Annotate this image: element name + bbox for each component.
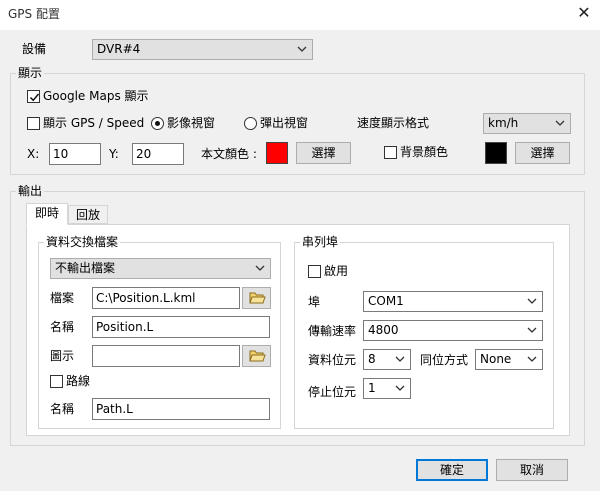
close-icon[interactable]: ✕: [573, 2, 595, 24]
bg-color-select-button[interactable]: 選擇: [515, 142, 570, 164]
route-label: 路線: [66, 374, 91, 388]
chevron-down-icon: [526, 293, 538, 310]
data-bits-label: 資料位元: [308, 353, 357, 367]
port-value: COM1: [368, 294, 404, 308]
popup-window-radio[interactable]: [244, 117, 257, 130]
tab-playback[interactable]: 回放: [68, 205, 108, 224]
google-maps-label: Google Maps 顯示: [43, 89, 149, 103]
data-bits-select[interactable]: 8: [363, 349, 411, 370]
speed-format-select[interactable]: km/h: [483, 113, 571, 134]
ok-button[interactable]: 確定: [416, 459, 488, 481]
route-name-input[interactable]: Path.L: [92, 398, 270, 420]
output-group-title: 輸出: [16, 184, 45, 198]
tab-realtime[interactable]: 即時: [26, 203, 68, 225]
show-gps-speed-label: 顯示 GPS / Speed: [43, 116, 145, 130]
parity-select[interactable]: None: [475, 349, 543, 370]
bg-color-swatch: [485, 142, 507, 164]
x-label: X:: [27, 147, 40, 161]
video-window-radio[interactable]: [151, 117, 164, 130]
icon-label: 圖示: [50, 349, 75, 363]
serial-enable-label: 啟用: [324, 264, 349, 278]
port-label: 埠: [308, 295, 321, 309]
show-gps-speed-checkbox[interactable]: [27, 117, 40, 130]
file-label: 檔案: [50, 291, 75, 305]
speed-format-label: 速度顯示格式: [357, 116, 430, 130]
folder-icon: [249, 292, 266, 304]
text-color-label: 本文顏色 :: [201, 147, 257, 161]
checkmark-icon: [29, 93, 40, 102]
stop-bits-value: 1: [368, 381, 376, 395]
icon-path-input[interactable]: [92, 345, 240, 367]
text-color-swatch: [266, 142, 288, 164]
chevron-down-icon: [526, 322, 538, 339]
chevron-down-icon: [254, 260, 266, 277]
name-label: 名稱: [50, 320, 75, 334]
y-input[interactable]: 20: [132, 143, 184, 165]
file-browse-button[interactable]: [242, 287, 271, 309]
display-group-title: 顯示: [16, 66, 45, 80]
popup-window-label: 彈出視窗: [260, 116, 309, 130]
chevron-down-icon: [526, 351, 538, 368]
text-color-select-button[interactable]: 選擇: [296, 142, 351, 164]
video-window-label: 影像視窗: [167, 116, 216, 130]
title-bar: [0, 0, 600, 30]
chevron-down-icon: [394, 380, 406, 397]
chevron-down-icon: [296, 41, 308, 58]
device-label: 設備: [22, 42, 47, 56]
route-name-label: 名稱: [50, 402, 75, 416]
bg-color-label: 背景顏色: [400, 145, 449, 159]
y-label: Y:: [109, 147, 119, 161]
device-select[interactable]: DVR#4: [92, 39, 313, 60]
data-bits-value: 8: [368, 352, 376, 366]
chevron-down-icon: [554, 115, 566, 132]
baud-value: 4800: [368, 323, 399, 337]
exchange-file-title: 資料交換檔案: [44, 235, 121, 249]
file-path-input[interactable]: C:\Position.L.kml: [92, 287, 240, 309]
window-title: GPS 配置: [8, 7, 60, 21]
exchange-mode-value: 不輸出檔案: [55, 261, 116, 275]
stop-bits-label: 停止位元: [308, 385, 357, 399]
icon-browse-button[interactable]: [242, 345, 271, 367]
device-select-value: DVR#4: [97, 42, 141, 56]
serial-enable-checkbox[interactable]: [308, 265, 321, 278]
route-checkbox[interactable]: [50, 375, 63, 388]
parity-label: 同位方式: [420, 353, 469, 367]
baud-label: 傳輸速率: [308, 324, 357, 338]
x-input[interactable]: 10: [49, 143, 101, 165]
stop-bits-select[interactable]: 1: [363, 378, 411, 399]
bg-color-checkbox[interactable]: [384, 146, 397, 159]
chevron-down-icon: [394, 351, 406, 368]
name-input[interactable]: Position.L: [92, 316, 270, 338]
cancel-button[interactable]: 取消: [496, 459, 568, 481]
folder-icon: [249, 350, 266, 362]
exchange-mode-select[interactable]: 不輸出檔案: [50, 258, 271, 279]
port-select[interactable]: COM1: [363, 291, 543, 312]
speed-format-value: km/h: [488, 116, 519, 130]
google-maps-checkbox[interactable]: [27, 90, 40, 103]
serial-port-title: 串列埠: [300, 235, 341, 249]
parity-value: None: [480, 352, 512, 366]
baud-select[interactable]: 4800: [363, 320, 543, 341]
